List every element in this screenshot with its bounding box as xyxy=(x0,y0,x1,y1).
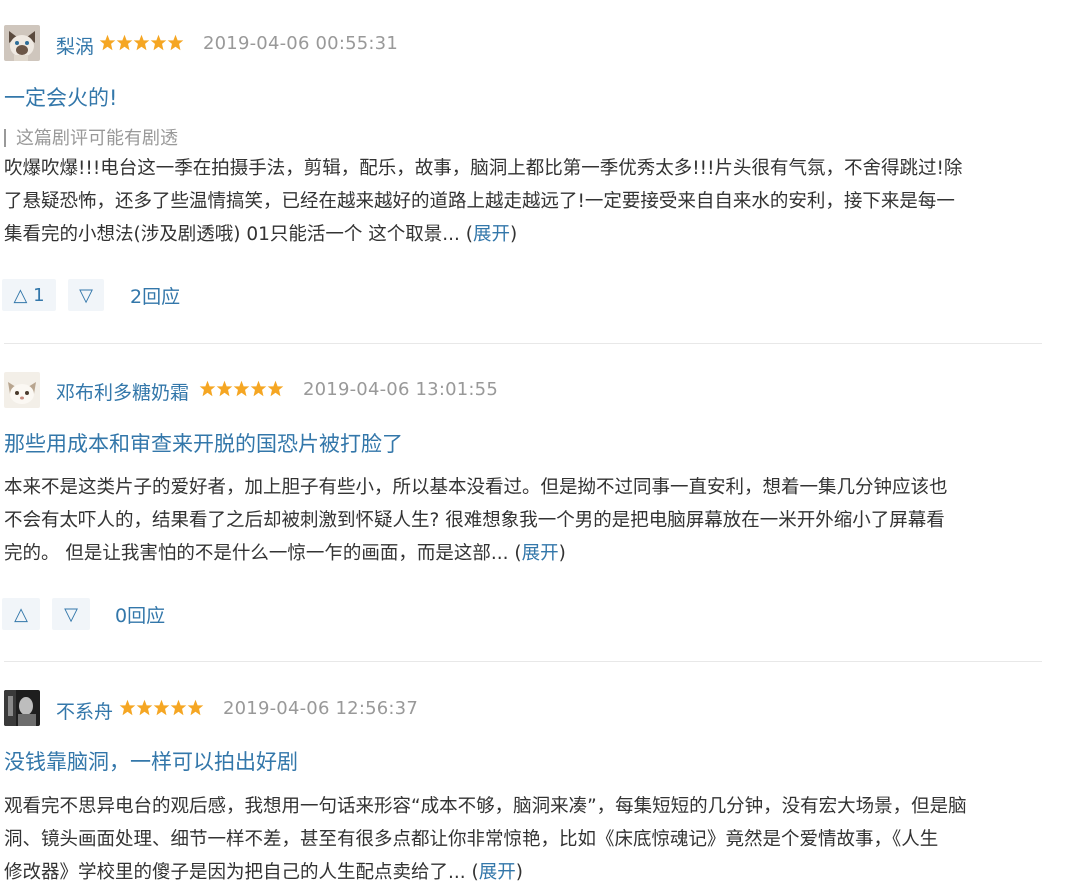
replies-link[interactable]: 0回应 xyxy=(115,601,165,628)
review-body-line: 观看完不思异电台的观后感，我想用一句话来形容“成本不够，脑洞来凑”，每集短短的几… xyxy=(4,796,967,817)
star-icon xyxy=(216,380,233,397)
upvote-count: 1 xyxy=(33,284,45,306)
review-title[interactable]: 一定会火的! xyxy=(4,82,117,112)
rating-stars xyxy=(99,34,184,52)
replies-link[interactable]: 2回应 xyxy=(130,282,180,309)
upvote-icon: △ xyxy=(14,603,28,625)
expand-link-label[interactable]: 展开 xyxy=(522,543,559,564)
star-icon xyxy=(167,34,184,51)
upvote-button[interactable]: △ 1 xyxy=(2,279,56,311)
review-body-line: 集看完的小想法(涉及剧透哦) 01只能活一个 这个取景... (展开) xyxy=(4,218,1034,251)
downvote-icon: ▽ xyxy=(64,603,78,625)
review-timestamp: 2019-04-06 12:56:37 xyxy=(223,698,418,719)
rating-stars xyxy=(119,699,204,717)
star-icon xyxy=(99,34,116,51)
review-body-line: 吹爆吹爆!!!电台这一季在拍摄手法，剪辑，配乐，故事，脑洞上都比第一季优秀太多!… xyxy=(4,158,963,179)
review-body-line: 不会有太吓人的，结果看了之后却被刺激到怀疑人生? 很难想象我一个男的是把电脑屏幕… xyxy=(4,510,945,531)
review-divider xyxy=(4,343,1042,344)
review-body-line: 本来不是这类片子的爱好者，加上胆子有些小，所以基本没看过。但是拗不过同事一直安利… xyxy=(4,477,948,498)
avatar-cat[interactable] xyxy=(4,25,40,61)
upvote-button[interactable]: △ xyxy=(2,598,40,630)
review-title[interactable]: 没钱靠脑洞，一样可以拍出好剧 xyxy=(4,746,298,776)
expand-link[interactable]: (展开) xyxy=(472,862,523,883)
review-body-line: 洞、镜头画面处理、细节一样不差，甚至有很多点都让你非常惊艳，比如《床底惊魂记》竟… xyxy=(4,829,939,850)
star-icon xyxy=(233,380,250,397)
review-author[interactable]: 梨涡 xyxy=(56,32,94,59)
star-icon xyxy=(150,34,167,51)
review-divider xyxy=(4,661,1042,662)
downvote-icon: ▽ xyxy=(79,284,93,306)
review-body: 观看完不思异电台的观后感，我想用一句话来形容“成本不够，脑洞来凑”，每集短短的几… xyxy=(4,790,1034,889)
star-icon xyxy=(170,699,187,716)
review-body-line-text: 修改器》学校里的傻子是因为把自己的人生配点卖给了... xyxy=(4,862,472,883)
star-icon xyxy=(136,699,153,716)
review-title[interactable]: 那些用成本和审查来开脱的国恐片被打脸了 xyxy=(4,428,403,458)
review-timestamp: 2019-04-06 00:55:31 xyxy=(203,33,398,54)
star-icon xyxy=(267,380,284,397)
spoiler-notice-text: 这篇剧评可能有剧透 xyxy=(16,128,178,149)
upvote-icon: △ xyxy=(13,284,28,306)
spoiler-notice: 这篇剧评可能有剧透 xyxy=(4,124,178,150)
star-icon xyxy=(187,699,204,716)
rating-stars xyxy=(199,380,284,398)
downvote-button[interactable]: ▽ xyxy=(52,598,90,630)
expand-link-label[interactable]: 展开 xyxy=(479,862,516,883)
review-timestamp: 2019-04-06 13:01:55 xyxy=(303,379,498,400)
star-icon xyxy=(133,34,150,51)
review-body-line-text: 完的。 但是让我害怕的不是什么一惊一乍的画面，而是这部... xyxy=(4,543,515,564)
star-icon xyxy=(116,34,133,51)
star-icon xyxy=(250,380,267,397)
expand-link[interactable]: (展开) xyxy=(466,224,517,245)
star-icon xyxy=(119,699,136,716)
review-body-line-text: 集看完的小想法(涉及剧透哦) 01只能活一个 这个取景... xyxy=(4,224,466,245)
avatar-photo[interactable] xyxy=(4,690,40,726)
star-icon xyxy=(199,380,216,397)
review-body: 本来不是这类片子的爱好者，加上胆子有些小，所以基本没看过。但是拗不过同事一直安利… xyxy=(4,471,1034,570)
review-body-line: 修改器》学校里的傻子是因为把自己的人生配点卖给了... (展开) xyxy=(4,856,1034,889)
spoiler-bar xyxy=(4,129,6,147)
review-author[interactable]: 邓布利多糖奶霜 xyxy=(56,378,189,405)
avatar-cat[interactable] xyxy=(4,372,40,408)
expand-link-label[interactable]: 展开 xyxy=(473,224,510,245)
downvote-button[interactable]: ▽ xyxy=(68,279,104,311)
review-author[interactable]: 不系舟 xyxy=(56,697,113,724)
review-body-line: 了悬疑恐怖，还多了些温情搞笑，已经在越来越好的道路上越走越远了!一定要接受来自自… xyxy=(4,191,955,212)
review-body: 吹爆吹爆!!!电台这一季在拍摄手法，剪辑，配乐，故事，脑洞上都比第一季优秀太多!… xyxy=(4,152,1034,251)
review-body-line: 完的。 但是让我害怕的不是什么一惊一乍的画面，而是这部... (展开) xyxy=(4,537,1034,570)
expand-link[interactable]: (展开) xyxy=(514,543,565,564)
star-icon xyxy=(153,699,170,716)
